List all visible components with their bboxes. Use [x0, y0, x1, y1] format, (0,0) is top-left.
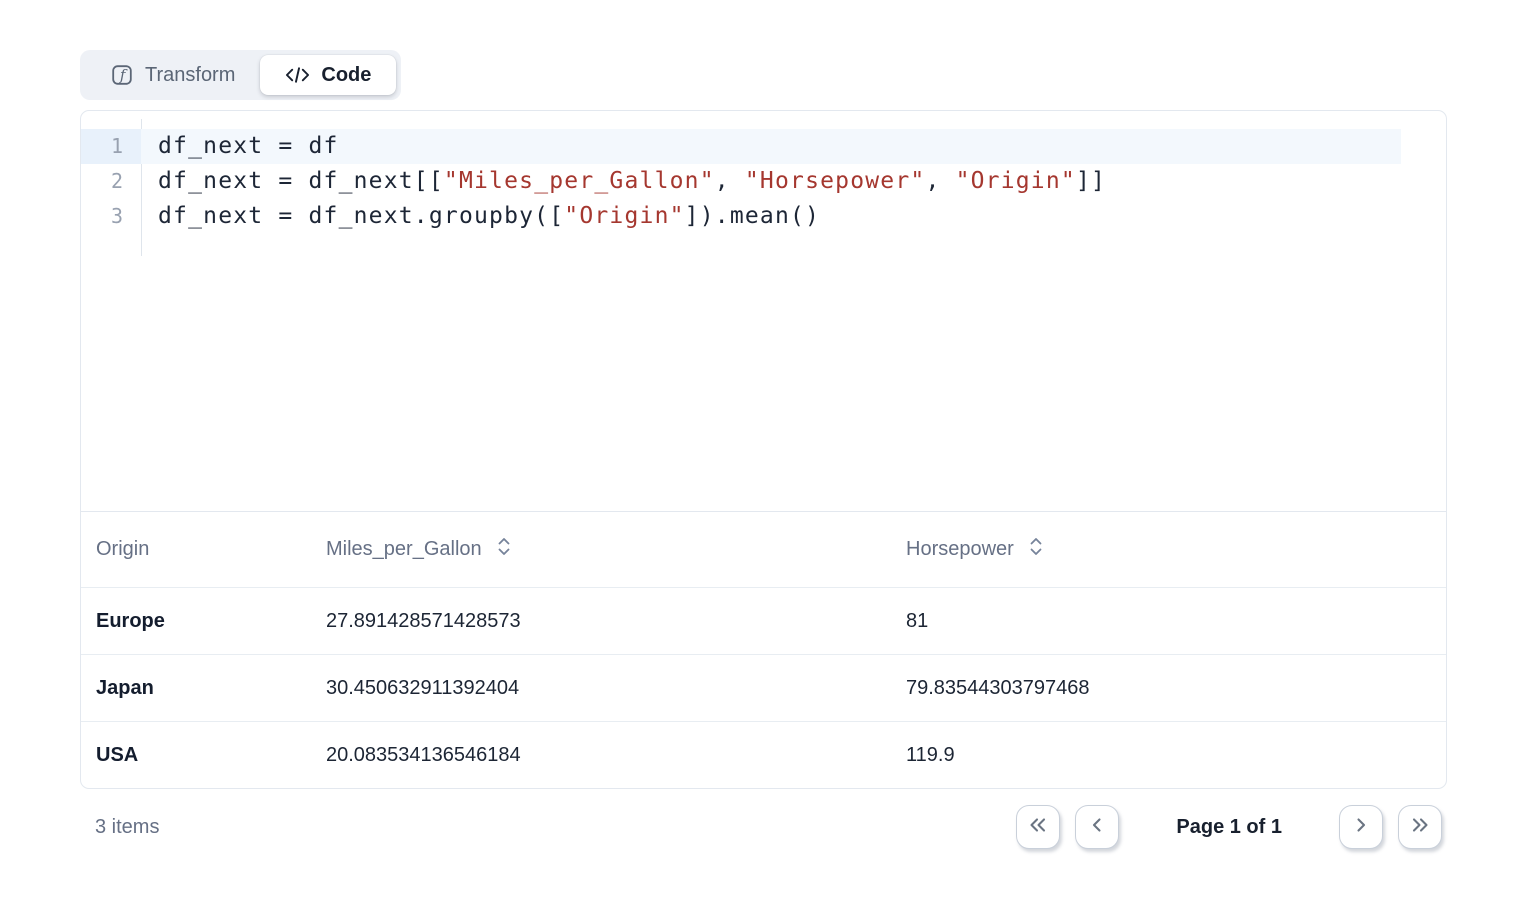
view-tabs: f Transform Code — [80, 50, 401, 100]
code-line[interactable]: 2 df_next = df_next[["Miles_per_Gallon",… — [81, 164, 1446, 199]
table-header-row: Origin Miles_per_Gallon — [81, 512, 1446, 587]
code-line-text: df_next = df — [141, 129, 1401, 164]
table-row: USA 20.083534136546184 119.9 — [81, 721, 1446, 788]
first-page-icon — [1028, 817, 1048, 838]
svg-text:f: f — [119, 66, 128, 84]
table-row: Europe 27.891428571428573 81 — [81, 587, 1446, 654]
code-line[interactable]: 3 df_next = df_next.groupby(["Origin"]).… — [81, 199, 1446, 234]
page-indicator: Page 1 of 1 — [1176, 816, 1282, 839]
last-page-icon — [1410, 817, 1430, 838]
cell-miles-per-gallon: 20.083534136546184 — [326, 744, 906, 767]
data-wrangler-widget: f Transform Code 1 df_next = df — [0, 0, 1516, 849]
line-number: 2 — [81, 164, 141, 199]
line-number: 1 — [81, 129, 141, 164]
tab-transform-label: Transform — [145, 64, 235, 87]
last-page-button[interactable] — [1398, 805, 1442, 849]
previous-page-icon — [1090, 817, 1104, 838]
code-editor[interactable]: 1 df_next = df 2 df_next = df_next[["Mil… — [81, 111, 1446, 511]
result-table: Origin Miles_per_Gallon — [81, 511, 1446, 788]
column-header-horsepower[interactable]: Horsepower — [906, 537, 1446, 562]
cell-origin: USA — [96, 744, 326, 767]
pagination: Page 1 of 1 — [1016, 805, 1442, 849]
sort-icon[interactable] — [1029, 537, 1043, 562]
previous-page-button[interactable] — [1075, 805, 1119, 849]
items-count: 3 items — [95, 816, 159, 839]
cell-horsepower: 79.83544303797468 — [906, 677, 1446, 700]
next-page-button[interactable] — [1339, 805, 1383, 849]
code-line[interactable]: 1 df_next = df — [81, 129, 1446, 164]
table-footer: 3 items Page 1 of 1 — [80, 805, 1447, 849]
cell-miles-per-gallon: 27.891428571428573 — [326, 610, 906, 633]
tab-code-label: Code — [321, 64, 371, 87]
next-page-icon — [1354, 817, 1368, 838]
line-number: 3 — [81, 199, 141, 234]
cell-origin: Japan — [96, 677, 326, 700]
function-icon: f — [110, 63, 134, 87]
sort-icon[interactable] — [497, 537, 511, 562]
cell-horsepower: 81 — [906, 610, 1446, 633]
tab-code[interactable]: Code — [260, 55, 396, 95]
cell-miles-per-gallon: 30.450632911392404 — [326, 677, 906, 700]
cell-horsepower: 119.9 — [906, 744, 1446, 767]
column-header-miles-per-gallon[interactable]: Miles_per_Gallon — [326, 537, 906, 562]
main-panel: 1 df_next = df 2 df_next = df_next[["Mil… — [80, 110, 1447, 789]
code-icon — [285, 65, 310, 85]
code-line-text: df_next = df_next[["Miles_per_Gallon", "… — [141, 164, 1446, 199]
column-header-origin: Origin — [96, 538, 326, 561]
tab-transform[interactable]: f Transform — [85, 55, 260, 95]
first-page-button[interactable] — [1016, 805, 1060, 849]
table-row: Japan 30.450632911392404 79.835443037974… — [81, 654, 1446, 721]
cell-origin: Europe — [96, 610, 326, 633]
code-line-text: df_next = df_next.groupby(["Origin"]).me… — [141, 199, 1446, 234]
